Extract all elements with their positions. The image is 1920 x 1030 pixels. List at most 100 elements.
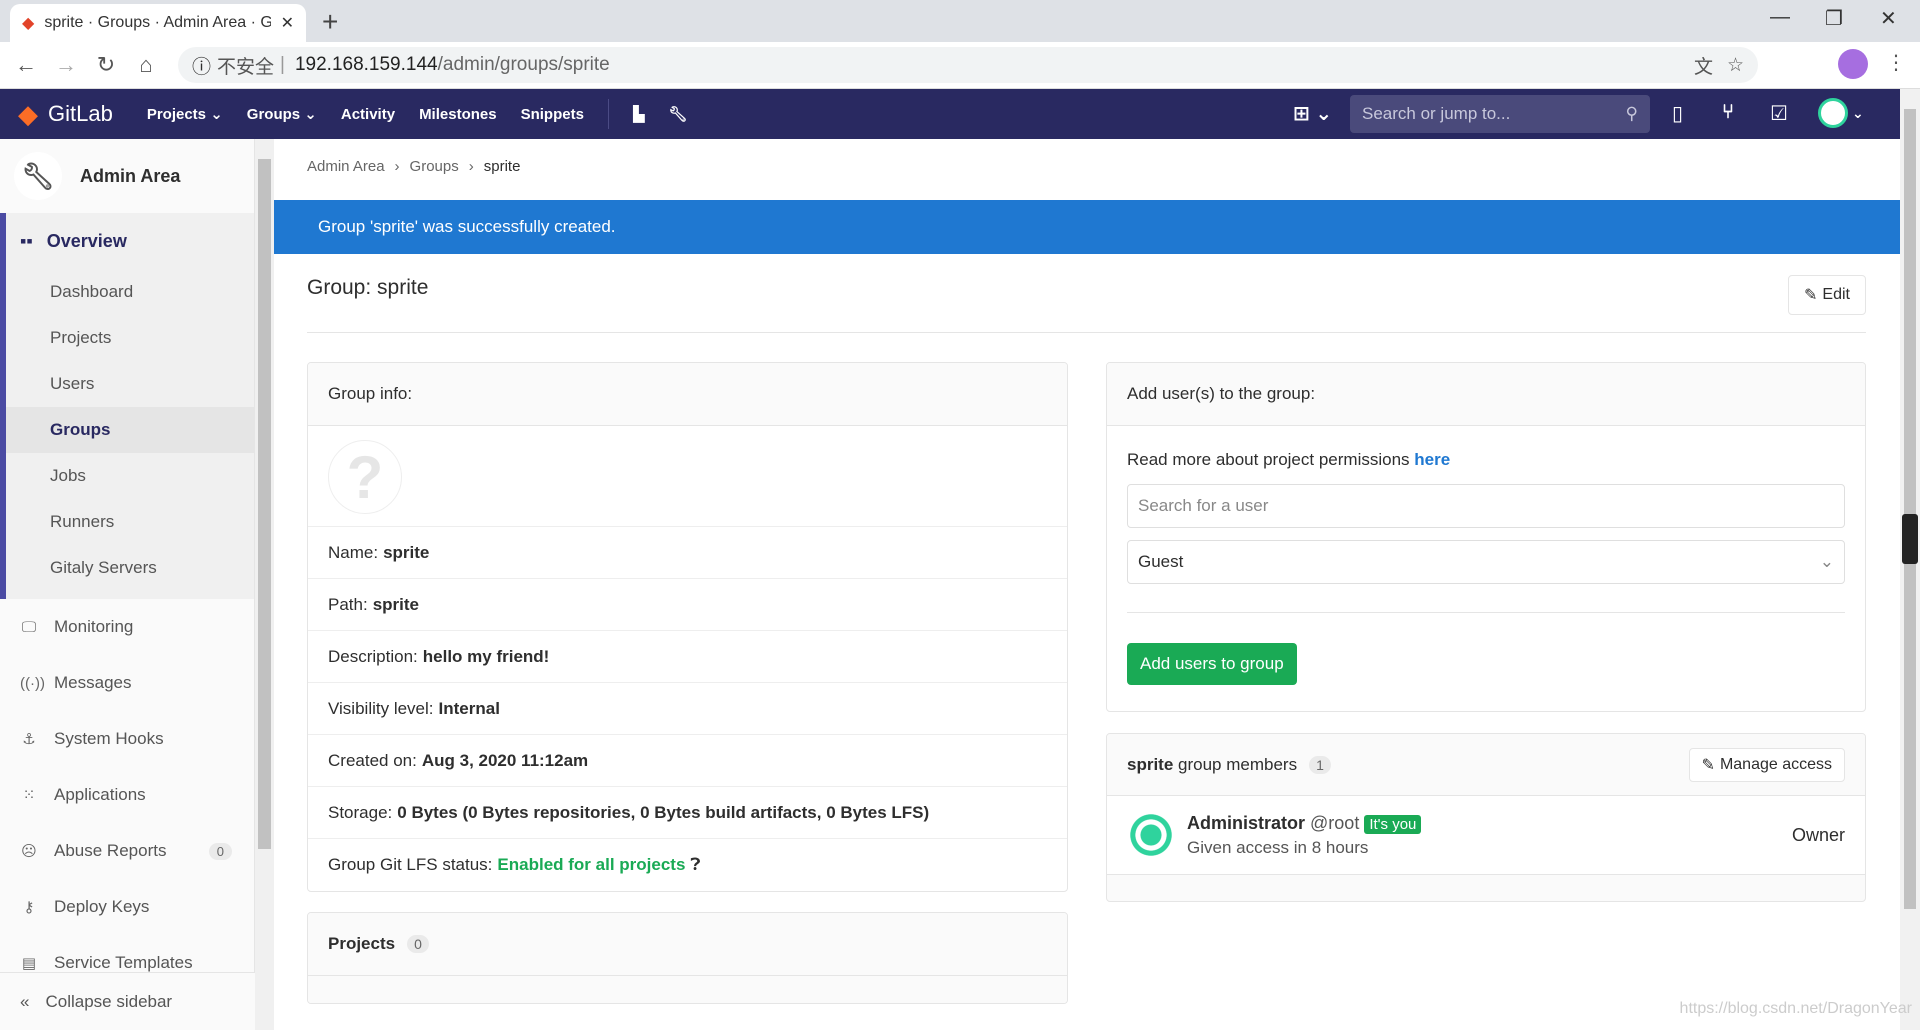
group-description-row: Description: hello my friend! xyxy=(308,631,1067,683)
breadcrumb-admin-area[interactable]: Admin Area xyxy=(307,158,385,175)
breadcrumb-groups[interactable]: Groups xyxy=(410,158,459,175)
edit-button[interactable]: ✎ Edit xyxy=(1788,275,1866,315)
sidebar-sub-dashboard[interactable]: Dashboard xyxy=(6,269,254,315)
projects-card: Projects 0 xyxy=(307,912,1068,1004)
abuse-count-badge: 0 xyxy=(208,842,232,860)
double-chevron-left-icon: « xyxy=(20,991,30,1011)
group-storage-row: Storage: 0 Bytes (0 Bytes repositories, 0… xyxy=(308,787,1067,839)
sidebar-sub-projects[interactable]: Projects xyxy=(6,315,254,361)
apps-icon: ⁙ xyxy=(22,787,36,804)
group-lfs-row: Group Git LFS status: Enabled for all pro… xyxy=(328,855,701,875)
help-icon[interactable]: ❓︎ xyxy=(690,855,700,875)
permissions-link[interactable]: here xyxy=(1414,450,1450,469)
gitlab-favicon-icon: ◆ xyxy=(22,15,35,32)
nav-groups[interactable]: Groups ⌄ xyxy=(247,105,317,123)
close-tab-icon[interactable]: ✕ xyxy=(281,13,294,33)
members-card: sprite group members 1 ✎ Manage access Adm… xyxy=(1106,733,1866,902)
todos-icon[interactable]: ☑ xyxy=(1770,101,1788,126)
minimize-icon[interactable]: — xyxy=(1770,6,1790,29)
user-search-input[interactable]: Search for a user xyxy=(1127,484,1845,528)
sidebar-item-system-hooks[interactable]: ⚓︎ System Hooks xyxy=(0,711,254,767)
nav-activity[interactable]: Activity xyxy=(341,106,395,123)
projects-header: Projects 0 xyxy=(308,913,1067,976)
sidebar-item-applications[interactable]: ⁙ Applications xyxy=(0,767,254,823)
new-tab-button[interactable]: + xyxy=(322,6,338,38)
issues-icon[interactable]: ▯ xyxy=(1672,101,1683,126)
sidebar-scrollbar[interactable] xyxy=(255,139,274,1030)
chevron-down-icon[interactable]: ⌄ xyxy=(1852,105,1864,122)
member-row: Administrator @root It's you Given acces… xyxy=(1107,796,1865,875)
template-icon: ▤ xyxy=(21,955,37,972)
success-alert: Group 'sprite' was successfully created. xyxy=(274,200,1900,254)
sidebar: 🔧︎ Admin Area ▪▪ Overview Dashboard Projec… xyxy=(0,139,255,1030)
lfs-status: Enabled for all projects xyxy=(497,855,686,874)
sidebar-sub-groups[interactable]: Groups xyxy=(6,407,254,453)
sidebar-sub-runners[interactable]: Runners xyxy=(6,499,254,545)
member-role: Owner xyxy=(1791,824,1845,845)
menu-icon[interactable]: ⋮ xyxy=(1886,50,1906,75)
browser-tab[interactable]: ◆ sprite · Groups · Admin Area · GitLab … xyxy=(10,4,306,42)
add-users-header: Add user(s) to the group: xyxy=(1107,363,1865,426)
url-host: 192.168.159.144 xyxy=(294,54,438,75)
group-name-row: Name: sprite xyxy=(308,527,1067,579)
merge-requests-icon[interactable]: ⑂ xyxy=(1722,101,1734,124)
star-icon[interactable]: ☆ xyxy=(1727,54,1744,77)
translate-icon[interactable]: ⽂ xyxy=(1694,52,1713,79)
sidebar-item-overview[interactable]: ▪▪ Overview xyxy=(6,213,254,269)
sidebar-item-deploy-keys[interactable]: ⚷ Deploy Keys xyxy=(0,879,254,935)
group-created-row: Created on: Aug 3, 2020 11:12am xyxy=(308,735,1067,787)
add-users-button[interactable]: Add users to group xyxy=(1127,643,1297,685)
restore-icon[interactable]: ❐ xyxy=(1825,6,1843,31)
manage-access-button[interactable]: ✎ Manage access xyxy=(1688,747,1845,782)
edit-icon: ✎ xyxy=(1701,756,1715,774)
members-header: sprite group members 1 ✎ Manage access xyxy=(1107,734,1865,796)
role-select[interactable]: Guest ⌄ xyxy=(1127,540,1845,584)
member-avatar xyxy=(1127,811,1175,859)
sidebar-item-messages[interactable]: ((·)) Messages xyxy=(0,655,254,711)
broadcast-icon: ((·)) xyxy=(20,674,45,692)
nav-milestones[interactable]: Milestones xyxy=(419,106,497,123)
key-icon: ⚷ xyxy=(23,899,35,916)
member-username: @root xyxy=(1310,812,1360,833)
group-path-row: Path: sprite xyxy=(308,579,1067,631)
url-field[interactable]: ⓘ 不安全 | 192.168.159.144/admin/groups/spri… xyxy=(178,47,1758,83)
gitlab-logo[interactable]: ◆ GitLab xyxy=(18,99,113,130)
address-bar-row: ← → ↻ ⌂ ⓘ 不安全 | 192.168.159.144/admin/gro… xyxy=(0,42,1920,89)
sidebar-item-monitoring[interactable]: 🖵︎ Monitoring xyxy=(0,599,254,655)
nav-divider xyxy=(607,99,609,129)
profile-avatar[interactable] xyxy=(1838,49,1868,79)
sidebar-sub-gitaly-servers[interactable]: Gitaly Servers xyxy=(6,545,254,591)
gitlab-navbar: ◆ GitLab Projects ⌄ Groups ⌄ Activity Mil… xyxy=(0,89,1920,139)
tanuki-icon: ◆ xyxy=(18,98,38,129)
projects-count-badge: 0 xyxy=(407,935,429,953)
reload-icon[interactable]: ↻ xyxy=(86,52,126,78)
edit-icon: ✎ xyxy=(1804,287,1818,304)
back-icon[interactable]: ← xyxy=(6,52,46,78)
member-name[interactable]: Administrator xyxy=(1187,813,1305,833)
sidebar-sub-jobs[interactable]: Jobs xyxy=(6,453,254,499)
page-scrollbar[interactable] xyxy=(1900,89,1920,1030)
sidebar-sub-users[interactable]: Users xyxy=(6,361,254,407)
close-window-icon[interactable]: ✕ xyxy=(1880,6,1897,31)
chart-icon[interactable]: ▙ xyxy=(633,105,645,123)
search-input[interactable]: Search or jump to... ⚲ xyxy=(1350,95,1650,133)
tab-title: sprite · Groups · Admin Area · GitLab xyxy=(44,14,271,31)
wrench-icon[interactable]: 🔧︎ xyxy=(668,105,687,123)
forward-icon[interactable]: → xyxy=(46,52,86,78)
group-visibility-row: Visibility level: Internal xyxy=(308,683,1067,735)
sidebar-item-abuse-reports[interactable]: ☹ Abuse Reports 0 xyxy=(0,823,254,879)
search-icon: ⚲ xyxy=(1625,104,1638,123)
breadcrumb-current[interactable]: sprite xyxy=(484,158,521,175)
user-avatar[interactable] xyxy=(1818,98,1848,128)
group-avatar-placeholder: ? xyxy=(328,440,402,514)
nav-snippets[interactable]: Snippets xyxy=(521,106,584,123)
url-path: /admin/groups/sprite xyxy=(437,54,610,75)
new-item-icon[interactable]: ⊞ ⌄ xyxy=(1293,101,1332,126)
monitor-icon: 🖵︎ xyxy=(21,618,37,636)
collapse-sidebar-button[interactable]: «Collapse sidebar xyxy=(0,972,255,1030)
home-icon[interactable]: ⌂ xyxy=(126,52,166,78)
nav-projects[interactable]: Projects ⌄ xyxy=(147,105,223,123)
frown-icon: ☹ xyxy=(21,843,37,860)
sidebar-header[interactable]: 🔧︎ Admin Area xyxy=(0,139,254,213)
add-users-card: Add user(s) to the group: Read more abou… xyxy=(1106,362,1866,712)
